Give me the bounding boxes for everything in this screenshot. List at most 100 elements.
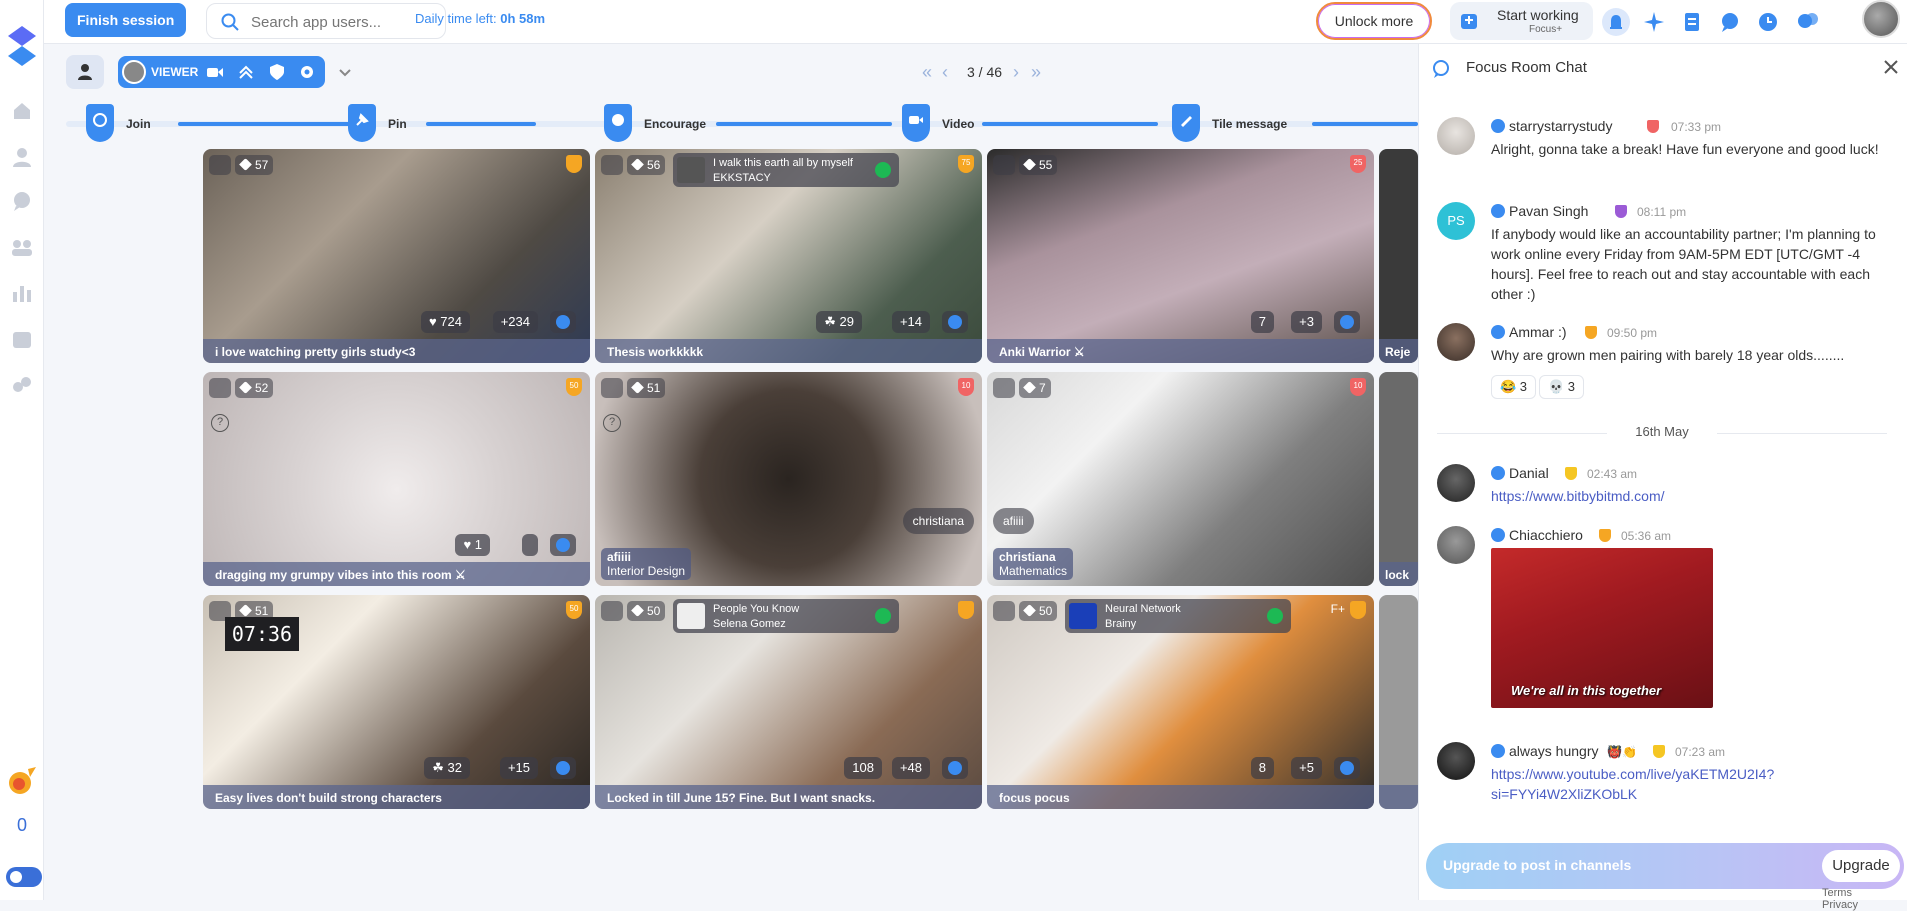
pin-count[interactable]: 56 bbox=[627, 155, 666, 175]
chevron-down-icon[interactable] bbox=[335, 62, 355, 82]
home-icon[interactable] bbox=[11, 100, 33, 122]
camera-badge-icon[interactable] bbox=[993, 155, 1015, 175]
message-link[interactable]: https://www.youtube.com/live/yaKETM2U2I4… bbox=[1491, 764, 1891, 804]
video-tile-partial[interactable]: Reje bbox=[1379, 149, 1418, 363]
reaction-count[interactable]: 7 bbox=[1250, 311, 1274, 333]
supporters-count[interactable]: +3 bbox=[1291, 311, 1322, 333]
prev-page-icon[interactable]: ‹ bbox=[942, 62, 948, 82]
video-tile[interactable]: 50 People You Know Selena Gomez 108 +48 … bbox=[595, 595, 982, 809]
terms-link[interactable]: Terms bbox=[1822, 887, 1852, 899]
react-button[interactable] bbox=[942, 757, 968, 779]
rooms-chat-icon[interactable] bbox=[1794, 8, 1822, 36]
shield-icon[interactable] bbox=[268, 63, 286, 81]
message-author[interactable]: Ammar :) bbox=[1509, 324, 1567, 340]
supporters-count[interactable]: +48 bbox=[891, 757, 930, 779]
sparkle-icon[interactable] bbox=[1640, 8, 1668, 36]
messages-icon[interactable] bbox=[11, 190, 33, 212]
now-playing[interactable]: Neural Network Brainy bbox=[1065, 599, 1291, 633]
user-tag[interactable]: christiana Mathematics bbox=[993, 548, 1074, 580]
video-camera-icon[interactable] bbox=[206, 63, 224, 81]
camera-badge-icon[interactable] bbox=[993, 601, 1015, 621]
app-logo-icon[interactable] bbox=[6, 24, 38, 68]
react-button[interactable] bbox=[550, 757, 576, 779]
video-tile[interactable]: 51 07:36 50 ☘ 32 +15 Easy lives don't bu… bbox=[203, 595, 590, 809]
partner-chip[interactable]: afiiii bbox=[993, 508, 1034, 534]
reaction-laugh[interactable]: 😂 3 bbox=[1491, 375, 1537, 399]
video-tile[interactable]: 57 ♥ 724 +234 i love watching pretty gir… bbox=[203, 149, 590, 363]
pin-count[interactable]: 50 bbox=[627, 601, 666, 621]
video-tile[interactable]: 52 ? 50 ♥ 1 dragging my grumpy vibes int… bbox=[203, 372, 590, 586]
reaction-count[interactable]: 8 bbox=[1250, 757, 1274, 779]
react-button[interactable] bbox=[942, 311, 968, 333]
start-working-button[interactable]: Start working Focus+ bbox=[1450, 2, 1593, 40]
tasks-icon[interactable] bbox=[1678, 8, 1706, 36]
notifications-bell-icon[interactable] bbox=[1602, 8, 1630, 36]
first-page-icon[interactable]: « bbox=[922, 62, 932, 82]
encourage-button[interactable] bbox=[522, 534, 538, 556]
message-author[interactable]: Danial bbox=[1509, 465, 1549, 481]
finish-session-button[interactable]: Finish session bbox=[65, 3, 187, 37]
camera-badge-icon[interactable] bbox=[601, 378, 623, 398]
message-avatar[interactable] bbox=[1437, 323, 1475, 361]
message-avatar[interactable] bbox=[1437, 742, 1475, 780]
message-link[interactable]: https://www.bitbybitmd.com/ bbox=[1491, 486, 1891, 506]
gear-icon[interactable] bbox=[298, 63, 316, 81]
react-button[interactable] bbox=[1334, 311, 1360, 333]
hearts-count[interactable]: ♥ 724 bbox=[420, 311, 470, 333]
react-button[interactable] bbox=[550, 534, 576, 556]
stats-icon[interactable] bbox=[11, 282, 33, 304]
next-page-icon[interactable]: › bbox=[1013, 62, 1019, 82]
camera-badge-icon[interactable] bbox=[209, 155, 231, 175]
pin-count[interactable]: 52 bbox=[235, 378, 274, 398]
pin-count[interactable]: 7 bbox=[1019, 378, 1051, 398]
video-tile-partial[interactable] bbox=[1379, 595, 1418, 809]
video-tile[interactable]: 55 25 7 +3 Anki Warrior ⚔ bbox=[987, 149, 1374, 363]
viewer-role-pill[interactable]: VIEWER bbox=[118, 56, 325, 88]
message-author[interactable]: always hungry bbox=[1509, 743, 1599, 759]
search-input[interactable] bbox=[251, 10, 436, 34]
groups-icon[interactable] bbox=[11, 236, 33, 258]
message-avatar[interactable] bbox=[1437, 117, 1475, 155]
profile-icon[interactable] bbox=[11, 146, 33, 168]
react-button[interactable] bbox=[550, 311, 576, 333]
boost-icon[interactable] bbox=[237, 63, 255, 81]
video-tile[interactable]: 51 ? 10 christiana afiiii Interior Desig… bbox=[595, 372, 982, 586]
clock-icon[interactable] bbox=[1754, 8, 1782, 36]
last-page-icon[interactable]: » bbox=[1031, 62, 1041, 82]
message-author[interactable]: starrystarrystudy bbox=[1509, 118, 1612, 134]
pin-count[interactable]: 57 bbox=[235, 155, 274, 175]
message-avatar[interactable] bbox=[1437, 526, 1475, 564]
calendar-icon[interactable] bbox=[11, 328, 33, 350]
pin-count[interactable]: 55 bbox=[1019, 155, 1058, 175]
message-author[interactable]: Chiacchiero bbox=[1509, 527, 1583, 543]
camera-badge-icon[interactable] bbox=[209, 378, 231, 398]
pin-count[interactable]: 51 bbox=[627, 378, 666, 398]
hearts-count[interactable]: ♥ 1 bbox=[455, 534, 490, 556]
partner-chip[interactable]: christiana bbox=[902, 508, 974, 534]
privacy-link[interactable]: Privacy bbox=[1822, 899, 1858, 911]
camera-badge-icon[interactable] bbox=[601, 601, 623, 621]
reaction-skull[interactable]: 💀 3 bbox=[1539, 375, 1585, 399]
self-view-button[interactable] bbox=[66, 55, 104, 89]
message-gif[interactable]: We're all in this together bbox=[1491, 548, 1713, 708]
video-tile[interactable]: 50 Neural Network Brainy F+ 8 +5 focus p… bbox=[987, 595, 1374, 809]
react-button[interactable] bbox=[1334, 757, 1360, 779]
streak-flame-icon[interactable] bbox=[6, 765, 38, 797]
video-tile[interactable]: 56 I walk this earth all by myself EKKST… bbox=[595, 149, 982, 363]
help-icon[interactable]: ? bbox=[603, 414, 621, 432]
message-author[interactable]: Pavan Singh bbox=[1509, 203, 1588, 219]
clover-count[interactable]: ☘ 29 bbox=[816, 311, 862, 333]
supporters-count[interactable]: +14 bbox=[891, 311, 930, 333]
message-avatar[interactable] bbox=[1437, 464, 1475, 502]
video-tile[interactable]: 7 10 afiiii christiana Mathematics bbox=[987, 372, 1374, 586]
user-tag[interactable]: afiiii Interior Design bbox=[601, 548, 692, 580]
supporters-count[interactable]: +234 bbox=[492, 311, 538, 333]
camera-badge-icon[interactable] bbox=[993, 378, 1015, 398]
camera-badge-icon[interactable] bbox=[601, 155, 623, 175]
message-avatar[interactable]: PS bbox=[1437, 202, 1475, 240]
unlock-more-button[interactable]: Unlock more bbox=[1316, 2, 1432, 40]
video-tile-partial[interactable]: lock bbox=[1379, 372, 1418, 586]
theme-toggle[interactable] bbox=[6, 867, 42, 887]
community-icon[interactable] bbox=[11, 374, 33, 396]
close-icon[interactable] bbox=[1883, 59, 1899, 75]
